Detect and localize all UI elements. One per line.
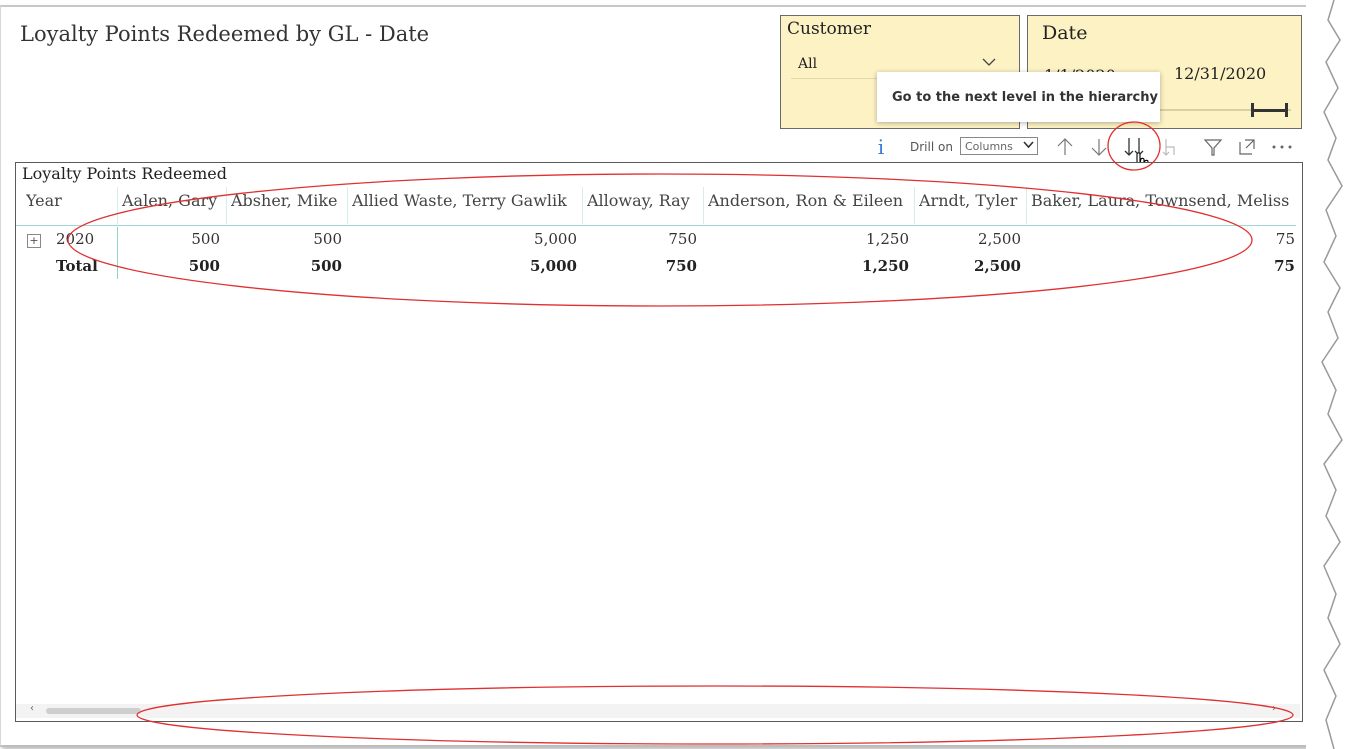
column-header[interactable]: Allied Waste, Terry Gawlik [352, 191, 582, 210]
drill-on-label: Drill on [910, 140, 953, 154]
scroll-right-icon[interactable]: › [1272, 703, 1276, 714]
date-end-input[interactable]: 12/31/2020 [1174, 64, 1266, 83]
drill-down-icon[interactable] [1088, 133, 1110, 161]
expand-next-level-icon[interactable] [1122, 133, 1146, 161]
torn-edge-decoration [1306, 0, 1343, 749]
table-cell: 500 [191, 230, 220, 248]
drill-on-select[interactable]: Columns [960, 137, 1038, 155]
more-options-icon[interactable] [1270, 133, 1294, 161]
column-divider [703, 187, 704, 224]
column-header[interactable]: Anderson, Ron & Eileen [708, 191, 914, 210]
table-cell: 5,000 [534, 230, 577, 248]
row-label-2020: 2020 [56, 230, 95, 248]
matrix-header-row: Year Aalen, Gary Absher, Mike Allied Was… [16, 187, 1296, 226]
total-cell: 500 [188, 257, 220, 275]
total-cell: 750 [665, 257, 697, 275]
expand-row-icon[interactable]: + [27, 234, 41, 248]
total-row-label: Total [56, 257, 98, 275]
drill-up-icon[interactable] [1054, 133, 1076, 161]
report-title: Loyalty Points Redeemed by GL - Date [20, 22, 430, 46]
total-cell: 500 [310, 257, 342, 275]
matrix-title: Loyalty Points Redeemed [22, 164, 227, 183]
column-header[interactable]: Absher, Mike [231, 191, 347, 210]
table-cell: 2,500 [978, 230, 1021, 248]
table-cell: 750 [668, 230, 697, 248]
tooltip-text: Go to the next level in the hierarchy [892, 90, 1158, 105]
table-cell: 75 [1275, 230, 1295, 248]
row-header-divider [117, 227, 118, 279]
customer-slicer-title: Customer [787, 19, 872, 39]
column-divider [226, 187, 227, 224]
column-header[interactable]: Arndt, Tyler [919, 191, 1025, 210]
column-header[interactable]: Aalen, Gary [122, 191, 226, 210]
date-slicer-title: Date [1042, 22, 1088, 44]
info-icon[interactable]: i [874, 133, 888, 161]
table-cell: 500 [313, 230, 342, 248]
table-cell: 1,250 [866, 230, 909, 248]
expand-hierarchy-icon[interactable] [1158, 133, 1180, 161]
customer-dropdown-value: All [798, 56, 818, 72]
row-header-year[interactable]: Year [26, 191, 62, 210]
visual-header-toolbar: i Drill on Columns [870, 133, 1300, 161]
column-header[interactable]: Baker, Laura, Townsend, Meliss [1031, 191, 1296, 210]
focus-mode-icon[interactable] [1236, 133, 1258, 161]
chevron-down-icon [1023, 139, 1034, 153]
column-header[interactable]: Alloway, Ray [587, 191, 703, 210]
column-divider [582, 187, 583, 224]
column-divider [1026, 187, 1027, 224]
chevron-down-icon [981, 54, 997, 74]
scroll-left-icon[interactable]: ‹ [30, 703, 34, 714]
date-range-handle[interactable] [1250, 100, 1290, 120]
total-cell: 1,250 [862, 257, 909, 275]
total-cell: 5,000 [530, 257, 577, 275]
total-cell: 2,500 [974, 257, 1021, 275]
scrollbar-thumb[interactable] [46, 708, 141, 714]
horizontal-scrollbar[interactable]: ‹ › [16, 703, 1300, 718]
matrix-visual: Loyalty Points Redeemed Year Aalen, Gary… [15, 162, 1303, 722]
column-divider [914, 187, 915, 224]
drill-tooltip: Go to the next level in the hierarchy [877, 72, 1160, 122]
column-divider [117, 187, 118, 224]
total-cell: 75 [1274, 257, 1295, 275]
column-divider [347, 187, 348, 224]
drill-on-value: Columns [965, 139, 1013, 153]
filter-icon[interactable] [1202, 133, 1224, 161]
